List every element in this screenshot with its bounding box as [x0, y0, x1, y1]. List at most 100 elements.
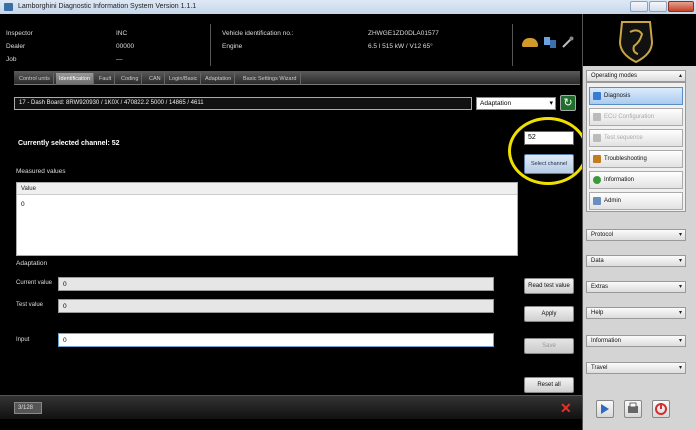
tab-basic-settings-wizard[interactable]: Basic Settings Wizard [240, 73, 301, 85]
header-divider-2 [512, 24, 513, 66]
tab-bar: Control units Identification Fault Codin… [14, 71, 580, 85]
chevron-down-icon: ▾ [678, 232, 682, 238]
close-button[interactable] [668, 1, 694, 12]
nav-item-label: ECU Configuration [604, 114, 655, 120]
engine-label: Engine [222, 43, 243, 50]
protocol-dropdown[interactable]: Protocol ▾ [586, 229, 686, 241]
chevron-up-icon: ▴ [678, 73, 682, 79]
protocol-label: Protocol [591, 232, 614, 238]
travel-dropdown[interactable]: Travel ▾ [586, 362, 686, 374]
information-label: Information [591, 338, 622, 344]
network-icon [544, 35, 556, 49]
vehicle-icon [522, 38, 538, 47]
help-label: Help [591, 310, 604, 316]
print-icon[interactable] [624, 400, 642, 418]
inspector-value: INC [116, 30, 128, 37]
job-value: — [116, 56, 123, 63]
highlight-circle [508, 117, 588, 185]
nav-item-admin[interactable]: Admin [589, 192, 683, 210]
input-label: Input [16, 337, 30, 343]
chevron-down-icon: ▾ [678, 365, 682, 371]
nav-item-label: Admin [604, 198, 622, 204]
go-button[interactable]: ↻ [560, 95, 576, 111]
engine-value: 6.5 l 515 kW / V12 65° [368, 43, 433, 50]
mode-dropdown[interactable]: Adaptation ▾ [476, 97, 556, 110]
exit-icon[interactable] [652, 400, 670, 418]
nav-item-information[interactable]: Information [589, 171, 683, 189]
chevron-down-icon: ▾ [549, 100, 553, 107]
measured-values-table: Value 0 [16, 182, 518, 256]
measured-value: 0 [21, 201, 25, 208]
admin-icon [593, 197, 601, 205]
abort-icon[interactable]: ✕ [560, 400, 572, 417]
adaptation-label: Adaptation [16, 260, 48, 267]
job-label: Job [6, 56, 17, 63]
tab-can[interactable]: CAN [146, 73, 165, 85]
reset-all-button[interactable]: Reset all [524, 377, 574, 393]
extras-label: Extras [591, 284, 609, 290]
app-icon [4, 3, 13, 11]
chevron-down-icon: ▾ [678, 338, 682, 344]
column-header-value: Value [17, 183, 517, 195]
configuration-icon [593, 113, 601, 121]
data-label: Data [591, 258, 604, 264]
tab-control-units[interactable]: Control units [16, 73, 54, 85]
nav-item-troubleshooting[interactable]: Troubleshooting [589, 150, 683, 168]
test-value-label: Test value [16, 302, 44, 308]
travel-label: Travel [591, 365, 608, 371]
nav-item-label: Troubleshooting [604, 156, 647, 162]
troubleshooting-icon [593, 155, 601, 163]
dealer-label: Dealer [6, 43, 26, 50]
read-test-value-button[interactable]: Read test value [524, 278, 574, 294]
forward-icon[interactable] [596, 400, 614, 418]
tab-adaptation[interactable]: Adaptation [202, 73, 236, 85]
information-icon [593, 176, 601, 184]
chevron-down-icon: ▾ [678, 284, 682, 290]
vin-value: ZHWGE1ZD0DLA01577 [368, 30, 439, 37]
mode-dropdown-value: Adaptation [480, 100, 512, 107]
help-dropdown[interactable]: Help ▾ [586, 307, 686, 319]
tab-fault[interactable]: Fault [96, 73, 116, 85]
operating-modes-header[interactable]: Operating modes ▴ [586, 70, 686, 82]
test-value-field: 0 [58, 299, 494, 313]
header-divider [210, 24, 211, 66]
dealer-value: 00000 [116, 43, 135, 50]
tools-icon [562, 36, 574, 48]
information-dropdown[interactable]: Information ▾ [586, 335, 686, 347]
vin-label: Vehicle identification no.: [222, 30, 294, 37]
chevron-down-icon: ▾ [678, 258, 682, 264]
data-dropdown[interactable]: Data ▾ [586, 255, 686, 267]
selected-channel-label: Currently selected channel: 52 [18, 140, 120, 147]
current-value-field: 0 [58, 277, 494, 291]
maximize-button[interactable] [649, 1, 667, 12]
diagnosis-icon [593, 92, 601, 100]
bottom-bar [0, 395, 582, 419]
nav-item-diagnosis[interactable]: Diagnosis [589, 87, 683, 105]
nav-item-label: Information [604, 177, 635, 183]
nav-item-label: Diagnosis [604, 93, 631, 99]
extras-dropdown[interactable]: Extras ▾ [586, 281, 686, 293]
operating-modes-list: Diagnosis ECU Configuration Test sequenc… [586, 82, 686, 212]
title-bar: Lamborghini Diagnostic Information Syste… [0, 0, 696, 14]
apply-button[interactable]: Apply [524, 306, 574, 322]
current-value-label: Current value [16, 280, 53, 286]
status-indicator: 3/128 [14, 402, 42, 414]
nav-item-label: Test sequence [604, 135, 643, 141]
tab-identification[interactable]: Identification [56, 73, 94, 85]
tab-login-basic[interactable]: Login/Basic [166, 73, 202, 85]
operating-modes-label: Operating modes [591, 73, 638, 79]
window-title: Lamborghini Diagnostic Information Syste… [18, 3, 197, 10]
minimize-button[interactable] [630, 1, 648, 12]
input-field[interactable]: 0 [58, 333, 494, 347]
ecu-selector[interactable]: 17 - Dash Board: 8RW920930 / 1K0X / 4708… [14, 97, 472, 110]
nav-item-ecu-configuration[interactable]: ECU Configuration [589, 108, 683, 126]
chevron-down-icon: ▾ [678, 310, 682, 316]
brand-logo [612, 20, 660, 64]
refresh-icon: ↻ [563, 97, 573, 109]
measured-values-label: Measured values [16, 168, 66, 175]
inspector-label: Inspector [6, 30, 33, 37]
nav-item-test-sequence[interactable]: Test sequence [589, 129, 683, 147]
tab-coding[interactable]: Coding [118, 73, 143, 85]
test-sequence-icon [593, 134, 601, 142]
save-button[interactable]: Save [524, 338, 574, 354]
